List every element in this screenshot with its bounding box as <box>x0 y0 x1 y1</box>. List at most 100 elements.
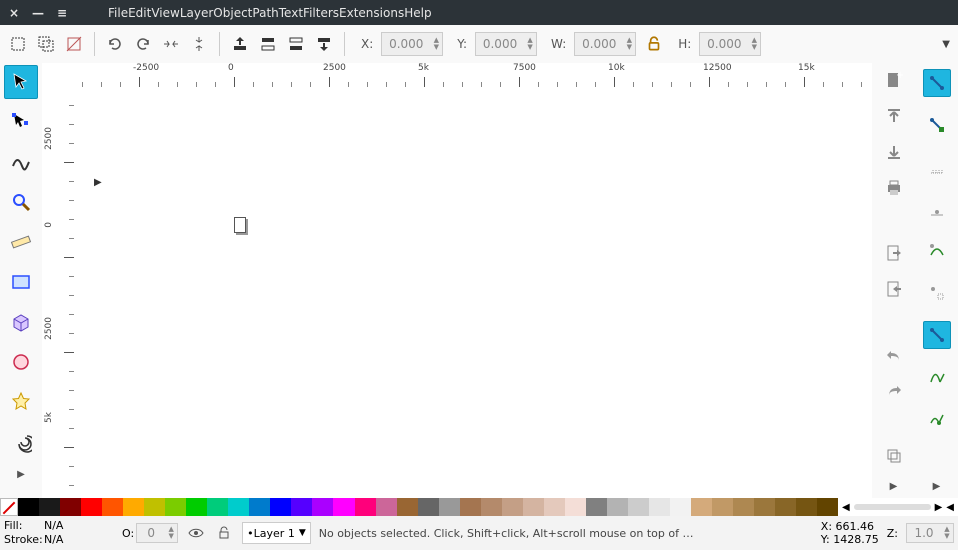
vertical-ruler[interactable]: 2500025005k <box>42 87 74 498</box>
menu-edit[interactable]: Edit <box>128 6 151 20</box>
palette-swatch[interactable] <box>523 498 544 516</box>
palette-swatch[interactable] <box>102 498 123 516</box>
export-icon[interactable] <box>880 278 908 300</box>
layer-visibility-icon[interactable] <box>186 523 206 543</box>
palette-swatch[interactable] <box>481 498 502 516</box>
palette-swatch[interactable] <box>165 498 186 516</box>
snap-intersection-icon[interactable] <box>923 321 951 349</box>
palette-swatch[interactable] <box>544 498 565 516</box>
rotate-ccw-icon[interactable] <box>105 34 125 54</box>
palette-swatch[interactable] <box>733 498 754 516</box>
w-input[interactable]: ▲▼ <box>574 32 636 56</box>
spiral-tool[interactable] <box>4 425 38 459</box>
window-minimize-button[interactable]: — <box>30 6 46 20</box>
palette-swatch[interactable] <box>775 498 796 516</box>
star-tool[interactable] <box>4 385 38 419</box>
canvas[interactable]: ▶ <box>74 87 872 498</box>
commands-left-expand-icon[interactable]: ▶ <box>890 481 898 492</box>
save-icon[interactable] <box>880 141 908 163</box>
snap-bbox-corner-icon[interactable] <box>923 153 951 181</box>
palette-swatch[interactable] <box>207 498 228 516</box>
fill-value[interactable]: N/A <box>44 519 63 533</box>
snap-cusp-icon[interactable] <box>923 363 951 391</box>
h-input[interactable]: ▲▼ <box>699 32 761 56</box>
menu-object[interactable]: Object <box>213 6 252 20</box>
menu-text[interactable]: Text <box>279 6 303 20</box>
rectangle-tool[interactable] <box>4 265 38 299</box>
raise-to-top-icon[interactable] <box>230 34 250 54</box>
lock-aspect-icon[interactable] <box>644 34 664 54</box>
palette-swatch[interactable] <box>186 498 207 516</box>
palette-left-icon[interactable]: ◀ <box>842 502 850 513</box>
palette-swatch[interactable] <box>144 498 165 516</box>
palette-right-icon[interactable]: ▶ <box>935 502 943 513</box>
toolbox-expand-icon[interactable]: ▶ <box>17 469 25 480</box>
circle-tool[interactable] <box>4 345 38 379</box>
snap-bbox-icon[interactable] <box>923 111 951 139</box>
snap-enable-icon[interactable] <box>923 69 951 97</box>
palette-swatch[interactable] <box>312 498 333 516</box>
palette-swatch[interactable] <box>439 498 460 516</box>
select-all-layers-icon[interactable] <box>36 34 56 54</box>
palette-swatch[interactable] <box>376 498 397 516</box>
menu-view[interactable]: View <box>151 6 179 20</box>
toolbar-overflow-icon[interactable]: ▼ <box>942 39 950 50</box>
stroke-value[interactable]: N/A <box>44 533 63 547</box>
palette-swatch[interactable] <box>18 498 39 516</box>
flip-vertical-icon[interactable] <box>189 34 209 54</box>
palette-swatch[interactable] <box>649 498 670 516</box>
box3d-tool[interactable] <box>4 305 38 339</box>
window-menu-button[interactable]: ≡ <box>54 6 70 20</box>
zoom-tool[interactable] <box>4 185 38 219</box>
palette-swatch[interactable] <box>291 498 312 516</box>
snap-path-icon[interactable] <box>923 279 951 307</box>
open-icon[interactable] <box>880 105 908 127</box>
snap-smooth-icon[interactable] <box>923 405 951 433</box>
palette-swatch[interactable] <box>607 498 628 516</box>
palette-swatch[interactable] <box>502 498 523 516</box>
palette-swatch[interactable] <box>817 498 838 516</box>
import-icon[interactable] <box>880 242 908 264</box>
palette-swatch[interactable] <box>670 498 691 516</box>
redo-icon[interactable] <box>880 380 908 402</box>
tweak-tool[interactable] <box>4 145 38 179</box>
palette-swatch[interactable] <box>628 498 649 516</box>
selector-tool[interactable] <box>4 65 38 99</box>
commands-right-expand-icon[interactable]: ▶ <box>933 481 941 492</box>
opacity-input[interactable] <box>137 526 165 540</box>
palette-swatch[interactable] <box>228 498 249 516</box>
palette-swatch[interactable] <box>691 498 712 516</box>
undo-icon[interactable] <box>880 344 908 366</box>
layer-selector[interactable]: •Layer 1 ▼ <box>242 522 311 544</box>
menu-file[interactable]: File <box>108 6 128 20</box>
palette-swatch[interactable] <box>712 498 733 516</box>
palette-swatch[interactable] <box>565 498 586 516</box>
menu-extensions[interactable]: Extensions <box>339 6 404 20</box>
palette-swatch[interactable] <box>39 498 60 516</box>
palette-swatch[interactable] <box>249 498 270 516</box>
y-input[interactable]: ▲▼ <box>475 32 537 56</box>
flip-horizontal-icon[interactable] <box>161 34 181 54</box>
lower-to-bottom-icon[interactable] <box>314 34 334 54</box>
palette-swatch[interactable] <box>123 498 144 516</box>
menu-path[interactable]: Path <box>252 6 278 20</box>
copy-icon[interactable] <box>880 445 908 467</box>
palette-menu-icon[interactable]: ◀ <box>946 502 954 513</box>
palette-swatch[interactable] <box>418 498 439 516</box>
raise-icon[interactable] <box>258 34 278 54</box>
menu-layer[interactable]: Layer <box>180 6 213 20</box>
lower-icon[interactable] <box>286 34 306 54</box>
palette-swatch[interactable] <box>460 498 481 516</box>
palette-scrollbar[interactable]: ◀ ▶ ◀ <box>838 498 958 516</box>
snap-node-icon[interactable] <box>923 237 951 265</box>
palette-swatch[interactable] <box>355 498 376 516</box>
palette-swatch[interactable] <box>333 498 354 516</box>
palette-swatch[interactable] <box>754 498 775 516</box>
horizontal-ruler[interactable]: -2500025005k750010k1250015k <box>74 63 872 87</box>
zoom-input[interactable] <box>907 526 941 540</box>
menu-filters[interactable]: Filters <box>303 6 339 20</box>
palette-swatch[interactable] <box>796 498 817 516</box>
window-close-button[interactable]: × <box>6 6 22 20</box>
palette-swatch[interactable] <box>60 498 81 516</box>
x-input[interactable]: ▲▼ <box>381 32 443 56</box>
